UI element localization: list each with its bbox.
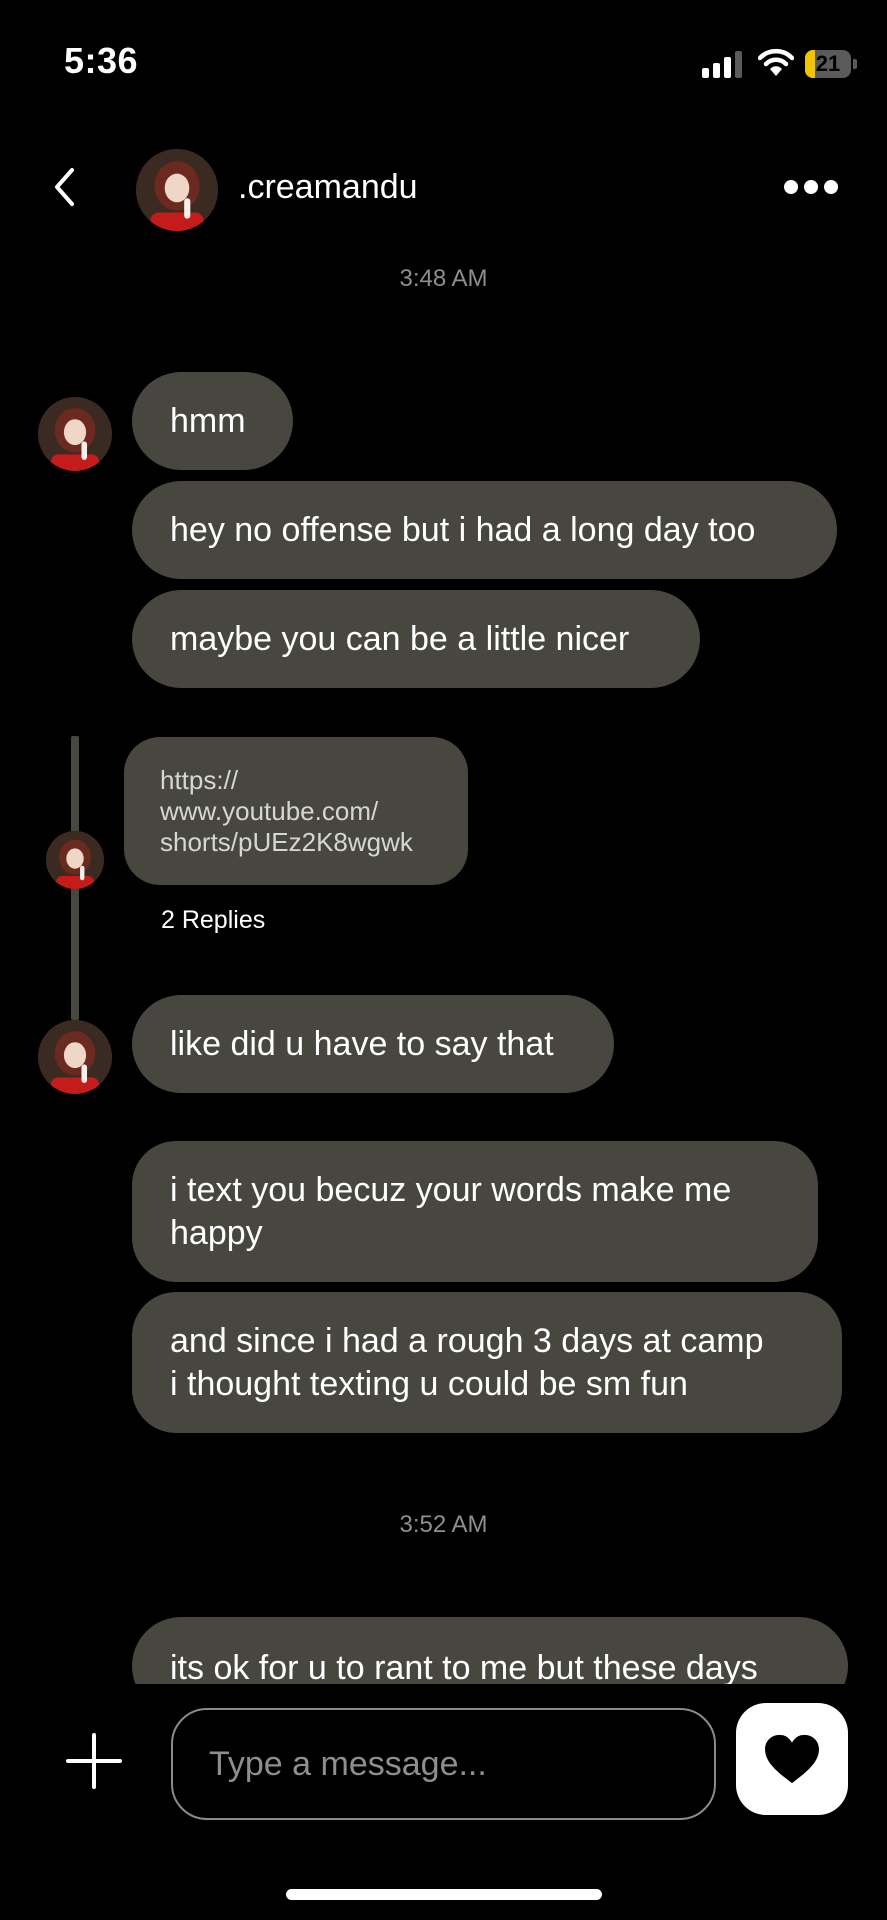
message-text: its ok for u to rant to me but these day… <box>170 1649 758 1684</box>
link-text-line[interactable]: shorts/pUEz2K8wgwk <box>160 827 432 858</box>
message-input[interactable]: Type a message... <box>171 1708 716 1820</box>
sender-avatar[interactable] <box>46 831 104 889</box>
message-bubble[interactable]: maybe you can be a little nicer <box>132 590 700 688</box>
message-text: hey no offense but i had a long day too <box>170 510 756 549</box>
message-text-line: happy <box>170 1213 263 1252</box>
heart-send-button[interactable] <box>736 1703 848 1815</box>
message-bubble[interactable]: hmm <box>132 372 293 470</box>
message-bubble[interactable]: its ok for u to rant to me but these day… <box>132 1617 848 1684</box>
message-bubble[interactable]: i text you becuz your words make me happ… <box>132 1141 818 1282</box>
message-text: like did u have to say that <box>170 1024 554 1063</box>
message-text-line: i thought texting u could be sm fun <box>170 1364 688 1403</box>
heart-icon <box>765 1734 819 1784</box>
timestamp: 3:52 AM <box>399 1511 488 1538</box>
add-attachment-button[interactable] <box>66 1733 122 1789</box>
sender-avatar[interactable] <box>38 1020 112 1094</box>
link-text-line[interactable]: https:// <box>160 765 432 796</box>
message-text: maybe you can be a little nicer <box>170 619 630 658</box>
message-text-line: i text you becuz your words make me <box>170 1170 732 1209</box>
timestamp: 3:48 AM <box>399 265 488 292</box>
message-list[interactable]: 3:48 AM hmm hey no offense but i had a l… <box>0 0 887 1684</box>
avatar-photo <box>38 397 112 471</box>
message-input-placeholder: Type a message... <box>209 1744 487 1783</box>
link-text-line[interactable]: www.youtube.com/ <box>160 796 432 827</box>
message-bubble[interactable]: and since i had a rough 3 days at camp i… <box>132 1292 842 1433</box>
message-bubble[interactable]: like did u have to say that <box>132 995 614 1093</box>
message-bubble[interactable]: hey no offense but i had a long day too <box>132 481 837 579</box>
link-message-bubble[interactable]: https:// www.youtube.com/ shorts/pUEz2K8… <box>124 737 468 885</box>
message-text-line: and since i had a rough 3 days at camp <box>170 1321 764 1360</box>
avatar-photo <box>38 1020 112 1094</box>
sender-avatar[interactable] <box>38 397 112 471</box>
avatar-photo <box>46 831 104 889</box>
replies-link[interactable]: 2 Replies <box>161 906 265 935</box>
home-indicator <box>286 1889 602 1900</box>
message-text: hmm <box>170 401 246 440</box>
